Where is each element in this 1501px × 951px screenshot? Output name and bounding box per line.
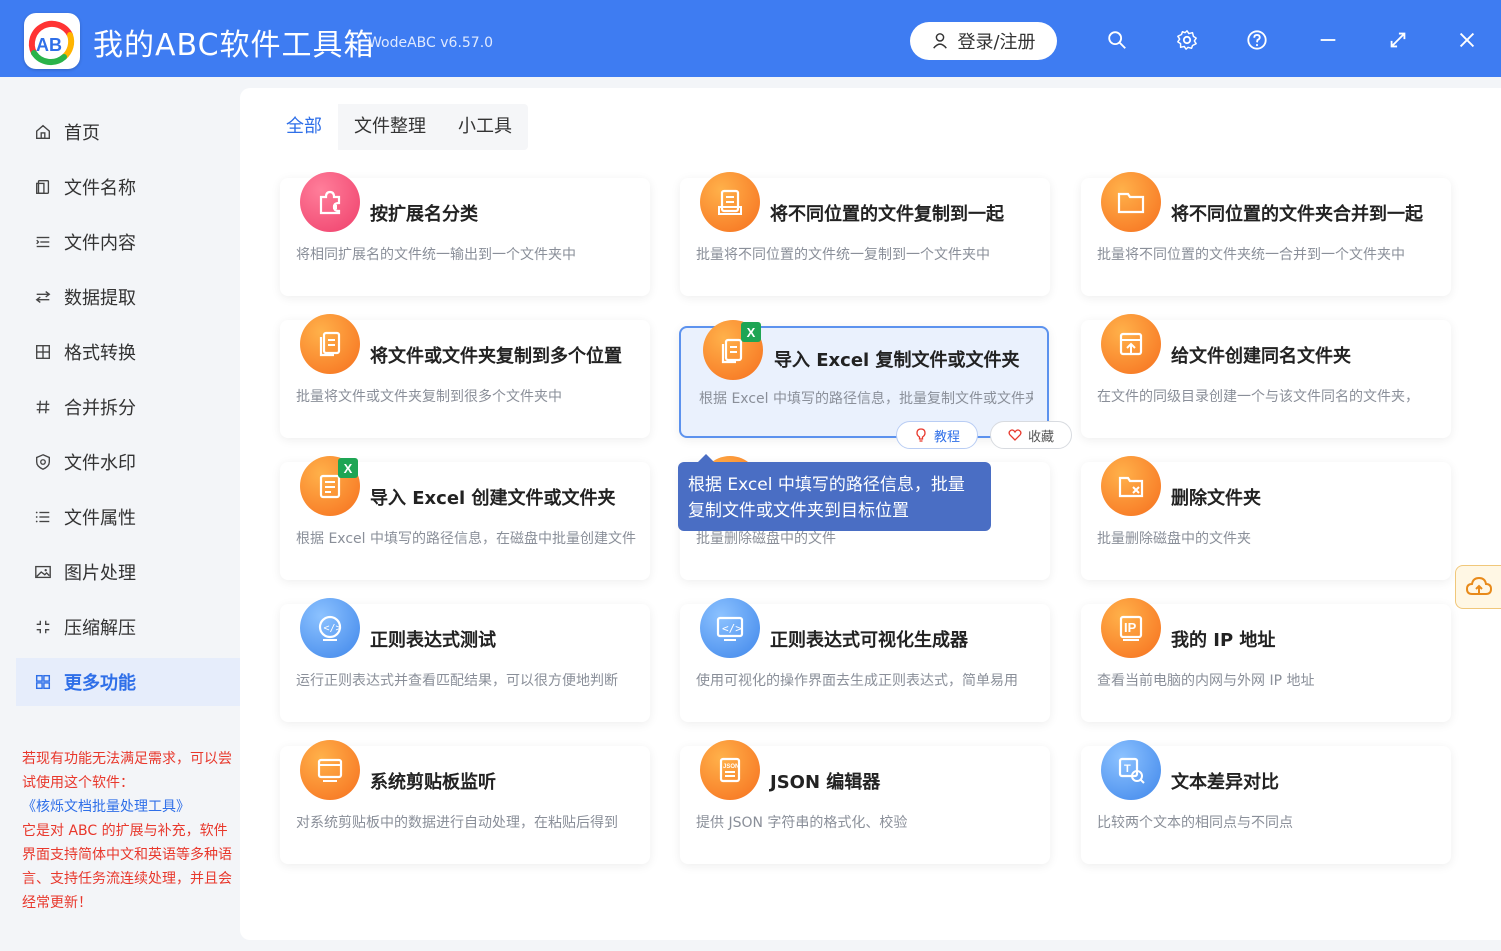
folder-icon	[1101, 172, 1161, 232]
delete-folder-icon	[1101, 456, 1161, 516]
card-my-ip[interactable]: IP 我的 IP 地址 查看当前电脑的内网与外网 IP 地址	[1081, 598, 1451, 722]
favorite-button[interactable]: 收藏	[990, 421, 1072, 449]
more-icon	[35, 674, 51, 690]
minimize-icon[interactable]	[1314, 26, 1342, 54]
compress-icon	[36, 620, 50, 634]
login-button[interactable]: 登录/注册	[910, 22, 1057, 60]
tab-file-organize[interactable]: 文件整理	[338, 104, 442, 150]
json-icon: JSON	[700, 740, 760, 800]
multi-copy-icon	[300, 314, 360, 374]
data-extract-icon	[35, 291, 51, 303]
excel-badge-icon: X	[741, 322, 761, 342]
clipboard-icon	[300, 740, 360, 800]
search-icon[interactable]	[1103, 26, 1131, 54]
tab-all[interactable]: 全部	[270, 104, 338, 150]
maximize-icon[interactable]	[1384, 26, 1412, 54]
card-delete-folders[interactable]: 删除文件夹 批量删除磁盘中的文件夹	[1081, 456, 1451, 580]
svg-text:AB: AB	[36, 35, 62, 55]
file-name-icon	[36, 180, 50, 194]
copy-file-icon	[700, 172, 760, 232]
excel-badge-icon: X	[338, 458, 358, 478]
sidebar-item-image[interactable]: 图片处理	[16, 548, 240, 596]
format-convert-icon	[36, 345, 50, 359]
card-text-diff[interactable]: T 文本差异对比 比较两个文本的相同点与不同点	[1081, 740, 1451, 864]
text-diff-icon: T	[1101, 740, 1161, 800]
sidebar: 首页 文件名称 文件内容 数据提取 格式转换 合并拆分 文件水印 文件属性 图片…	[0, 77, 240, 951]
sidebar-item-data-extract[interactable]: 数据提取	[16, 273, 240, 321]
sidebar-item-file-name[interactable]: 文件名称	[16, 163, 240, 211]
sidebar-item-merge-split[interactable]: 合并拆分	[16, 383, 240, 431]
image-icon	[35, 565, 51, 579]
login-label: 登录/注册	[957, 32, 1036, 53]
sidebar-item-file-content[interactable]: 文件内容	[16, 218, 240, 266]
app-logo: AB	[24, 13, 80, 69]
excel-copy-icon: X	[703, 320, 763, 380]
create-folder-icon	[1101, 314, 1161, 374]
excel-create-icon: X	[300, 456, 360, 516]
title-bar: AB 我的ABC软件工具箱 WodeABC v6.57.0 登录/注册	[0, 0, 1501, 77]
tooltip: 根据 Excel 中填写的路径信息，批量复制文件或文件夹到目标位置	[678, 454, 991, 531]
home-icon	[36, 124, 50, 139]
tab-bar: 全部 文件整理 小工具	[270, 104, 528, 150]
card-json-editor[interactable]: JSON JSON 编辑器 提供 JSON 字符串的格式化、校验	[680, 740, 1050, 864]
sidebar-note: 若现有功能无法满足需求，可以尝试使用这个软件： 《核烁文档批量处理工具》 它是对…	[22, 747, 236, 915]
card-regex-test[interactable]: </> 正则表达式测试 运行正则表达式并查看匹配结果，可以很方便地判断	[280, 598, 650, 722]
card-regex-generator[interactable]: </> 正则表达式可视化生成器 使用可视化的操作界面去生成正则表达式，简单易用	[680, 598, 1050, 722]
card-excel-copy[interactable]: X 导入 Excel 复制文件或文件夹 根据 Excel 中填写的路径信息，批量…	[679, 320, 1049, 438]
ip-icon: IP	[1101, 598, 1161, 658]
app-title: 我的ABC软件工具箱	[93, 28, 375, 63]
note-line-1: 若现有功能无法满足需求，可以尝试使用这个软件：	[22, 751, 232, 791]
tab-tools[interactable]: 小工具	[442, 104, 528, 150]
card-create-same-name-folder[interactable]: 给文件创建同名文件夹 在文件的同级目录创建一个与该文件同名的文件夹，	[1081, 314, 1451, 438]
card-excel-create[interactable]: X 导入 Excel 创建文件或文件夹 根据 Excel 中填写的路径信息，在磁…	[280, 456, 650, 580]
svg-text:</>: </>	[722, 622, 742, 635]
note-line-2: 它是对 ABC 的扩展与补充，软件界面支持简体中文和英语等多种语言、支持任务流连…	[22, 823, 232, 911]
user-icon	[933, 33, 948, 49]
svg-text:</>: </>	[324, 623, 342, 634]
tutorial-button[interactable]: 教程	[896, 421, 978, 449]
close-icon[interactable]	[1453, 26, 1481, 54]
regex-test-icon: </>	[300, 598, 360, 658]
heart-icon	[1008, 429, 1022, 441]
svg-text:JSON: JSON	[723, 764, 739, 770]
svg-text:IP: IP	[1124, 620, 1137, 635]
bulb-icon	[916, 428, 926, 442]
cloud-button[interactable]	[1455, 565, 1501, 609]
app-version: WodeABC v6.57.0	[368, 35, 494, 51]
note-link[interactable]: 《核烁文档批量处理工具》	[22, 799, 190, 815]
card-merge-folders[interactable]: 将不同位置的文件夹合并到一起 批量将不同位置的文件夹统一合并到一个文件夹中	[1081, 172, 1451, 296]
sidebar-item-compress[interactable]: 压缩解压	[16, 603, 240, 651]
merge-split-icon	[36, 400, 50, 414]
regex-gen-icon: </>	[700, 598, 760, 658]
file-attr-icon	[35, 511, 50, 523]
svg-text:T: T	[1124, 763, 1131, 775]
settings-icon[interactable]	[1173, 26, 1201, 54]
card-sort-by-extension[interactable]: 按扩展名分类 将相同扩展名的文件统一输出到一个文件夹中	[280, 172, 650, 296]
card-copy-to-multiple[interactable]: 将文件或文件夹复制到多个位置 批量将文件或文件夹复制到很多个文件夹中	[280, 314, 650, 438]
watermark-icon	[36, 454, 50, 470]
cloud-icon	[1465, 576, 1492, 595]
puzzle-icon	[300, 172, 360, 232]
sidebar-item-file-attr[interactable]: 文件属性	[16, 493, 240, 541]
sidebar-item-format-convert[interactable]: 格式转换	[16, 328, 240, 376]
sidebar-item-more[interactable]: 更多功能	[16, 658, 240, 706]
card-copy-files-together[interactable]: 将不同位置的文件复制到一起 批量将不同位置的文件统一复制到一个文件夹中	[680, 172, 1050, 296]
sidebar-item-home[interactable]: 首页	[16, 108, 240, 156]
help-icon[interactable]	[1243, 26, 1271, 54]
sidebar-item-watermark[interactable]: 文件水印	[16, 438, 240, 486]
file-content-icon	[36, 236, 50, 248]
card-clipboard-listener[interactable]: 系统剪贴板监听 对系统剪贴板中的数据进行自动处理，在粘贴后得到	[280, 740, 650, 864]
